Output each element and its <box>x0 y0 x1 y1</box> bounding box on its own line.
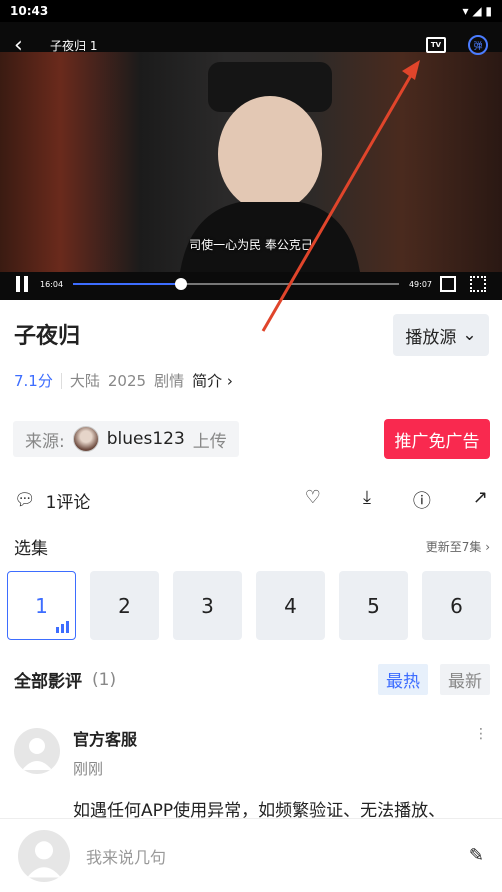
show-year: 2025 <box>107 371 147 390</box>
review-time: 刚刚 <box>73 760 104 778</box>
default-avatar-icon <box>27 840 61 877</box>
avatar[interactable] <box>14 728 60 774</box>
progress-fill <box>73 283 181 285</box>
avatar <box>18 829 70 882</box>
intro-link[interactable]: 简介 › <box>192 370 233 391</box>
uploader-prefix: 来源: <box>25 431 65 452</box>
episodes-header: 选集 更新至7集 › <box>14 534 490 559</box>
intro-label: 简介 <box>192 372 223 390</box>
chevron-down-icon: ⌄ <box>462 325 477 345</box>
video-player[interactable]: ‹ 子夜归 1 TV 弹 司使一心为民 奉公克己 16:04 49:07 <box>0 22 502 300</box>
total-time: 49:07 <box>408 279 432 289</box>
status-icons: ▾ ◢ ▮ <box>463 4 492 18</box>
episode-button-4[interactable]: 4 <box>256 571 325 640</box>
video-subtitle: 司使一心为民 奉公克己 <box>189 238 313 252</box>
play-source-label: 播放源 <box>405 327 457 348</box>
episodes-update-link[interactable]: 更新至7集 › <box>426 538 490 555</box>
default-avatar-icon <box>22 738 52 770</box>
progress-knob[interactable] <box>174 278 187 290</box>
share-icon[interactable]: ↗ <box>473 487 488 513</box>
reviews-header: 全部影评 (1) 最热 最新 <box>14 664 490 695</box>
episode-button-5[interactable]: 5 <box>339 571 408 640</box>
episode-button-6[interactable]: 6 <box>422 571 491 640</box>
reviews-count: (1) <box>92 669 117 690</box>
episode-button-2[interactable]: 2 <box>90 571 159 640</box>
player-right-controls <box>440 276 486 292</box>
episode-list: 1 2 3 4 5 6 <box>7 571 491 640</box>
comment-count: 1评论 <box>45 492 91 513</box>
more-options-icon[interactable]: ⋮ <box>474 726 488 742</box>
playing-icon <box>56 621 69 633</box>
episode-number: 2 <box>118 593 131 618</box>
player-top-icons: TV 弹 <box>426 35 488 55</box>
status-right-icons: ▾ ◢ ▮ <box>462 4 492 18</box>
uploader-name: blues123 <box>106 429 185 449</box>
reviews-label: 全部影评 <box>14 672 82 692</box>
episode-number: 6 <box>450 593 463 618</box>
progress-bar[interactable] <box>73 278 399 290</box>
action-icons: ♡ ⤓ ⓘ ↗ <box>305 487 488 513</box>
action-row: 💬︎ 1评论 ♡ ⤓ ⓘ ↗ <box>0 478 502 522</box>
comment-input[interactable]: 我来说几句 <box>86 844 166 868</box>
show-meta: 7.1分 大陆 2025 剧情 简介 › <box>14 370 233 391</box>
episode-number: 5 <box>367 593 380 618</box>
play-source-button[interactable]: 播放源 ⌄ <box>393 314 489 356</box>
show-genre: 剧情 <box>154 372 185 390</box>
player-top-bar: ‹ 子夜归 1 TV 弹 <box>0 22 502 68</box>
help-icon[interactable]: ⓘ <box>413 487 431 513</box>
show-region: 大陆 <box>69 372 100 390</box>
chevron-right-icon: › <box>226 372 233 390</box>
reviews-sort: 最热 最新 <box>378 664 490 695</box>
pause-icon[interactable] <box>16 276 30 292</box>
status-bar: 10:43 ▾ ◢ ▮ <box>0 0 502 22</box>
review-author: 官方客服 <box>73 730 138 749</box>
tv-cast-icon[interactable]: TV <box>426 37 446 53</box>
episode-number: 3 <box>201 593 214 618</box>
adfree-button[interactable]: 推广免广告 <box>384 419 490 459</box>
player-title: 子夜归 1 <box>50 38 98 53</box>
uploader-info[interactable]: 来源: blues123 上传 <box>13 421 239 457</box>
comment-icon: 💬︎ <box>14 490 36 510</box>
favorite-icon[interactable]: ♡ <box>305 487 321 513</box>
uploader-suffix: 上传 <box>192 431 227 452</box>
danmu-icon[interactable]: 弹 <box>468 35 488 55</box>
episode-number: 4 <box>284 593 297 618</box>
current-time: 16:04 <box>40 279 64 289</box>
player-controls: 16:04 49:07 <box>0 268 502 300</box>
edit-icon[interactable]: ✎ <box>469 845 484 866</box>
status-time: 10:43 <box>10 4 49 18</box>
divider <box>60 372 62 389</box>
download-icon[interactable]: ⤓ <box>363 487 371 513</box>
show-score: 7.1分 <box>14 372 53 390</box>
episode-button-1[interactable]: 1 <box>7 571 76 640</box>
sort-new-tab[interactable]: 最新 <box>440 664 490 695</box>
comment-bar: 我来说几句 ✎ <box>0 818 502 892</box>
comment-count-button[interactable]: 💬︎ 1评论 <box>14 488 90 513</box>
back-icon[interactable]: ‹ <box>14 33 40 58</box>
episode-button-3[interactable]: 3 <box>173 571 242 640</box>
sort-hot-tab[interactable]: 最热 <box>378 664 428 695</box>
chevron-right-icon: › <box>485 540 490 554</box>
uploader-avatar <box>72 426 99 452</box>
window-mode-icon[interactable] <box>440 276 456 292</box>
episodes-update-label: 更新至7集 <box>425 540 482 554</box>
episode-number: 1 <box>35 593 48 618</box>
fullscreen-icon[interactable] <box>470 276 486 292</box>
episodes-label: 选集 <box>14 539 48 559</box>
